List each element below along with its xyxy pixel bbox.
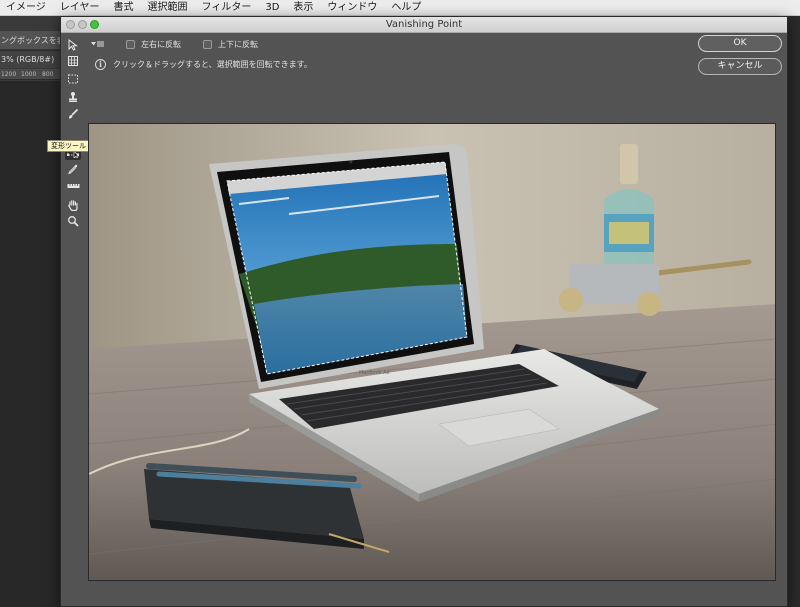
ps-document-tab[interactable]: 3% (RGB/8#) <box>0 50 60 68</box>
grid-icon <box>68 56 78 66</box>
hand-tool[interactable] <box>65 197 81 213</box>
info-icon: i <box>95 58 106 70</box>
screen: イメージ レイヤー 書式 選択範囲 フィルター 3D 表示 ウィンドウ ヘルプ … <box>0 0 800 607</box>
hand-icon <box>68 200 78 211</box>
zoom-tool[interactable] <box>65 213 81 229</box>
ruler-icon <box>67 184 79 188</box>
ps-document-tab-label: 3% (RGB/8#) <box>1 55 55 64</box>
marquee-tool[interactable] <box>65 71 81 87</box>
zoom-icon <box>68 216 79 227</box>
menu-bar: イメージ レイヤー 書式 選択範囲 フィルター 3D 表示 ウィンドウ ヘルプ <box>0 0 800 16</box>
arrow-icon <box>68 39 78 51</box>
brush-icon <box>69 108 79 119</box>
ps-canvas-area <box>0 81 60 607</box>
preview-canvas[interactable]: MacBook Air <box>88 123 776 581</box>
dialog-titlebar[interactable]: Vanishing Point <box>61 17 787 33</box>
ruler-label: 1200 <box>1 71 17 78</box>
cancel-button[interactable]: キャンセル <box>698 58 782 75</box>
menu-layer[interactable]: レイヤー <box>60 0 100 16</box>
create-plane-tool[interactable] <box>65 53 81 69</box>
chevron-down-icon <box>91 42 96 46</box>
ruler-label: 1000 <box>21 71 37 78</box>
flip-vertical-checkbox[interactable]: 上下に反転 <box>203 39 258 50</box>
ps-ruler: 1200 1000 800 <box>0 69 60 80</box>
menu-3d[interactable]: 3D <box>265 0 279 16</box>
info-row: i クリック＆ドラッグすると、選択範囲を回転できます。 <box>95 57 312 71</box>
flip-horizontal-label: 左右に反転 <box>141 39 181 49</box>
ps-options-bar: ングボックスを表示 <box>0 31 73 49</box>
preview-photo[interactable]: MacBook Air <box>89 124 776 581</box>
flip-vertical-label: 上下に反転 <box>218 39 258 49</box>
menu-help[interactable]: ヘルプ <box>391 0 421 16</box>
menu-window[interactable]: ウィンドウ <box>327 0 377 16</box>
ruler-label: 800 <box>42 71 54 78</box>
options-row: 左右に反転 上下に反転 <box>91 37 280 51</box>
brush-tool[interactable] <box>65 106 81 122</box>
stamp-icon <box>69 92 77 102</box>
ok-button[interactable]: OK <box>698 35 782 52</box>
ps-right-panel <box>788 16 800 607</box>
checkbox-box[interactable] <box>203 39 212 49</box>
menu-select[interactable]: 選択範囲 <box>148 0 188 16</box>
marquee-icon <box>68 74 78 84</box>
menu-view[interactable]: 表示 <box>293 0 313 16</box>
menu-type[interactable]: 書式 <box>114 0 134 16</box>
menu-image[interactable]: イメージ <box>6 0 46 16</box>
vanishing-point-dialog: Vanishing Point 変形ツール (T) 左右に反転 上下に反転 i … <box>47 16 788 607</box>
menu-filter[interactable]: フィルター <box>202 0 252 16</box>
laptop-brand-label: MacBook Air <box>359 370 391 376</box>
panel-menu-button[interactable] <box>91 41 104 47</box>
measure-tool[interactable] <box>65 178 81 194</box>
eyedropper-tool[interactable] <box>65 161 81 177</box>
tool-panel <box>62 34 84 606</box>
dialog-title: Vanishing Point <box>385 19 463 30</box>
menu-lines-icon <box>97 41 104 47</box>
stamp-tool[interactable] <box>65 89 81 105</box>
info-text: クリック＆ドラッグすると、選択範囲を回転できます。 <box>113 59 312 69</box>
checkbox-box[interactable] <box>126 39 135 49</box>
eyedropper-icon <box>68 164 78 175</box>
flip-horizontal-checkbox[interactable]: 左右に反転 <box>126 39 181 50</box>
edit-plane-tool[interactable] <box>65 37 81 53</box>
